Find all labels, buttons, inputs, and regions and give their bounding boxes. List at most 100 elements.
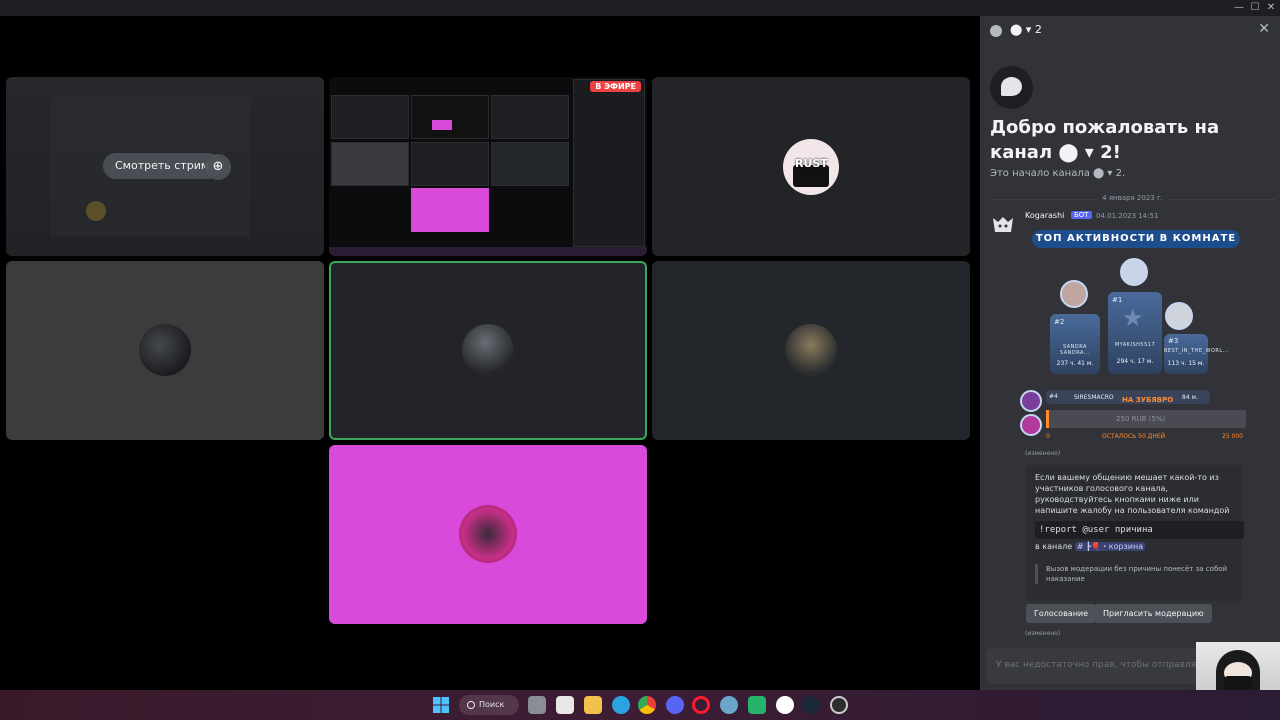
- first-place-avatar: [1120, 258, 1148, 286]
- maximize-button[interactable]: ☐: [1248, 1, 1262, 15]
- rust-avatar: RUST: [783, 139, 839, 195]
- fourth-rank: #4: [1049, 393, 1058, 400]
- third-name: BEST_IN_THE_WORL...: [1164, 348, 1229, 354]
- second-place-podium: #2 SANDRA SANDRA... 237 ч. 41 м.: [1050, 314, 1100, 374]
- goal-min: 0: [1046, 433, 1050, 440]
- chrome-icon[interactable]: [638, 696, 656, 714]
- watch-popout-icon[interactable]: ⊕: [205, 154, 231, 180]
- second-place-avatar: [1060, 280, 1088, 308]
- screen-share-tile[interactable]: В ЭФИРЕ: [329, 77, 647, 256]
- yandex-icon[interactable]: [776, 696, 794, 714]
- third-place-podium: #3 BEST_IN_THE_WORL... 113 ч. 15 м.: [1164, 334, 1229, 374]
- activity-leaderboard[interactable]: ТОП АКТИВНОСТИ В КОМНАТЕ #2 SANDRA SANDR…: [1020, 228, 1270, 446]
- first-time: 294 ч. 17 м.: [1116, 358, 1154, 365]
- second-rank: #2: [1054, 318, 1065, 326]
- edited-label: (изменено): [1025, 630, 1061, 637]
- rust-label: RUST: [795, 157, 828, 170]
- star-icon: ★: [1122, 304, 1144, 332]
- voice-stage: Смотреть стрим ⊕ В ЭФИРЕ RUST: [0, 16, 980, 690]
- webcam-mask: [1224, 676, 1252, 690]
- first-rank: #1: [1112, 296, 1123, 304]
- user-avatar: [459, 505, 517, 563]
- goal-progress-fill: [1046, 410, 1049, 428]
- window-titlebar: — ☐ ✕: [0, 0, 1280, 16]
- third-time: 113 ч. 15 м.: [1167, 360, 1205, 367]
- message-author[interactable]: Kogarashi: [1025, 211, 1064, 220]
- messenger-icon[interactable]: [748, 696, 766, 714]
- mini-taskbar: [329, 247, 647, 256]
- goal-days-left: ОСТАЛОСЬ 50 ДНЕЙ: [1102, 433, 1166, 440]
- live-badge: В ЭФИРЕ: [590, 81, 641, 92]
- second-name: SANDRA SANDRA...: [1059, 344, 1091, 356]
- channel-name: ⬤ ▾ 2: [1010, 23, 1042, 36]
- goal-label: НА ЗУБЯВРО: [1122, 396, 1174, 404]
- mini-tile: [331, 142, 409, 186]
- channel-start-text: Это начало канала ⬤ ▾ 2.: [990, 168, 1126, 179]
- stream-preview-avatar: [86, 201, 106, 221]
- embed-quote: Вызов модерации без причины понесёт за с…: [1035, 564, 1235, 584]
- chat-bubble-icon: [990, 25, 1002, 37]
- user-avatar: [139, 324, 191, 376]
- date-divider: 4 января 2023 г.: [990, 194, 1275, 204]
- third-place-avatar: [1165, 302, 1193, 330]
- welcome-title: Добро пожаловать на канал ⬤ ▾ 2!: [990, 117, 1220, 163]
- mini-tile: [491, 95, 569, 139]
- goal-max: 25 000: [1222, 433, 1243, 440]
- mini-tile: [491, 142, 569, 186]
- fourth-name: SIRESMACRO: [1074, 394, 1114, 401]
- user-avatar: [462, 324, 514, 376]
- user-avatar: [785, 324, 837, 376]
- channel-chat-icon: [990, 66, 1033, 109]
- close-panel-button[interactable]: ✕: [1258, 21, 1270, 37]
- leaderboard-title: ТОП АКТИВНОСТИ В КОМНАТЕ: [1032, 230, 1240, 248]
- taskbar-search[interactable]: Поиск: [459, 695, 519, 715]
- widgets-icon[interactable]: [556, 696, 574, 714]
- discord-icon[interactable]: [666, 696, 684, 714]
- bot-avatar[interactable]: [990, 212, 1016, 238]
- task-view-icon[interactable]: [528, 696, 546, 714]
- moderation-embed: Если вашему общению мешает какой-то из у…: [1026, 465, 1244, 601]
- donor-avatar: [1020, 414, 1042, 436]
- stream-tile[interactable]: Смотреть стрим ⊕: [6, 77, 324, 256]
- message-timestamp: 04.01.2023 14:51: [1096, 212, 1159, 220]
- user-tile[interactable]: RUST: [652, 77, 970, 256]
- watch-stream-button[interactable]: Смотреть стрим: [103, 153, 222, 179]
- panel-header: ⬤ ▾ 2 ✕: [980, 16, 1280, 46]
- telegram-icon[interactable]: [612, 696, 630, 714]
- mini-tile: [331, 95, 409, 139]
- windows-taskbar: Поиск: [0, 690, 1280, 720]
- second-time: 237 ч. 41 м.: [1056, 360, 1094, 367]
- in-channel-text: в канале: [1035, 542, 1073, 551]
- mini-tile: [411, 95, 489, 139]
- embed-channel-line: в канале # ┣🎈・корзина: [1035, 541, 1146, 552]
- mini-tile: [411, 142, 489, 186]
- windows-icon[interactable]: [432, 696, 450, 714]
- obs-icon[interactable]: [830, 696, 848, 714]
- embed-text: Если вашему общению мешает какой-то из у…: [1035, 473, 1230, 515]
- user-tile[interactable]: [652, 261, 970, 440]
- fourth-place-avatar: [1020, 390, 1042, 412]
- invite-moderation-button[interactable]: Пригласить модерацию: [1095, 604, 1212, 623]
- steam-icon[interactable]: [802, 696, 820, 714]
- channel-chat-panel: ⬤ ▾ 2 ✕ Добро пожаловать на канал ⬤ ▾ 2!…: [980, 16, 1280, 690]
- bot-tag: БОТ: [1071, 211, 1092, 219]
- user-tile[interactable]: [6, 261, 324, 440]
- browser-icon[interactable]: [720, 696, 738, 714]
- channel-mention-link[interactable]: # ┣🎈・корзина: [1074, 542, 1146, 551]
- speaking-user-tile[interactable]: [329, 261, 647, 440]
- vote-button[interactable]: Голосование: [1026, 604, 1097, 623]
- opera-icon[interactable]: [692, 696, 710, 714]
- first-name: MYAKISH5517: [1114, 342, 1156, 348]
- third-rank: #3: [1168, 337, 1179, 345]
- explorer-icon[interactable]: [584, 696, 602, 714]
- minimize-button[interactable]: —: [1232, 1, 1246, 15]
- date-label: 4 января 2023 г.: [1096, 194, 1169, 202]
- mini-chat-panel: [573, 79, 645, 247]
- mini-tile-pink-large: [411, 188, 489, 232]
- edited-label: (изменено): [1025, 450, 1061, 457]
- user-tile[interactable]: [329, 445, 647, 624]
- close-window-button[interactable]: ✕: [1264, 1, 1278, 15]
- goal-amount: 250 RUB (5%): [1116, 415, 1166, 423]
- goal-progress-bar: 250 RUB (5%): [1046, 410, 1246, 428]
- report-command: !report @user причина: [1035, 521, 1244, 539]
